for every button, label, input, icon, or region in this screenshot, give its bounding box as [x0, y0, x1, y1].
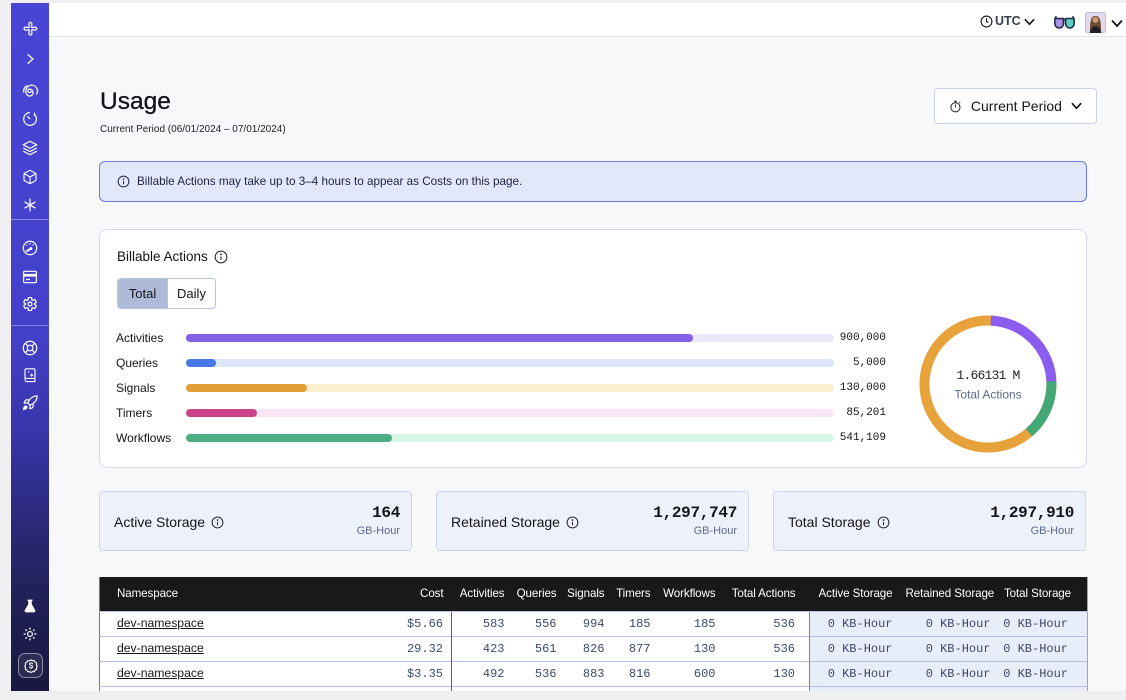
svg-text:1.66131 M: 1.66131 M	[956, 368, 1019, 383]
svg-text:Total Actions: Total Actions	[954, 388, 1021, 402]
